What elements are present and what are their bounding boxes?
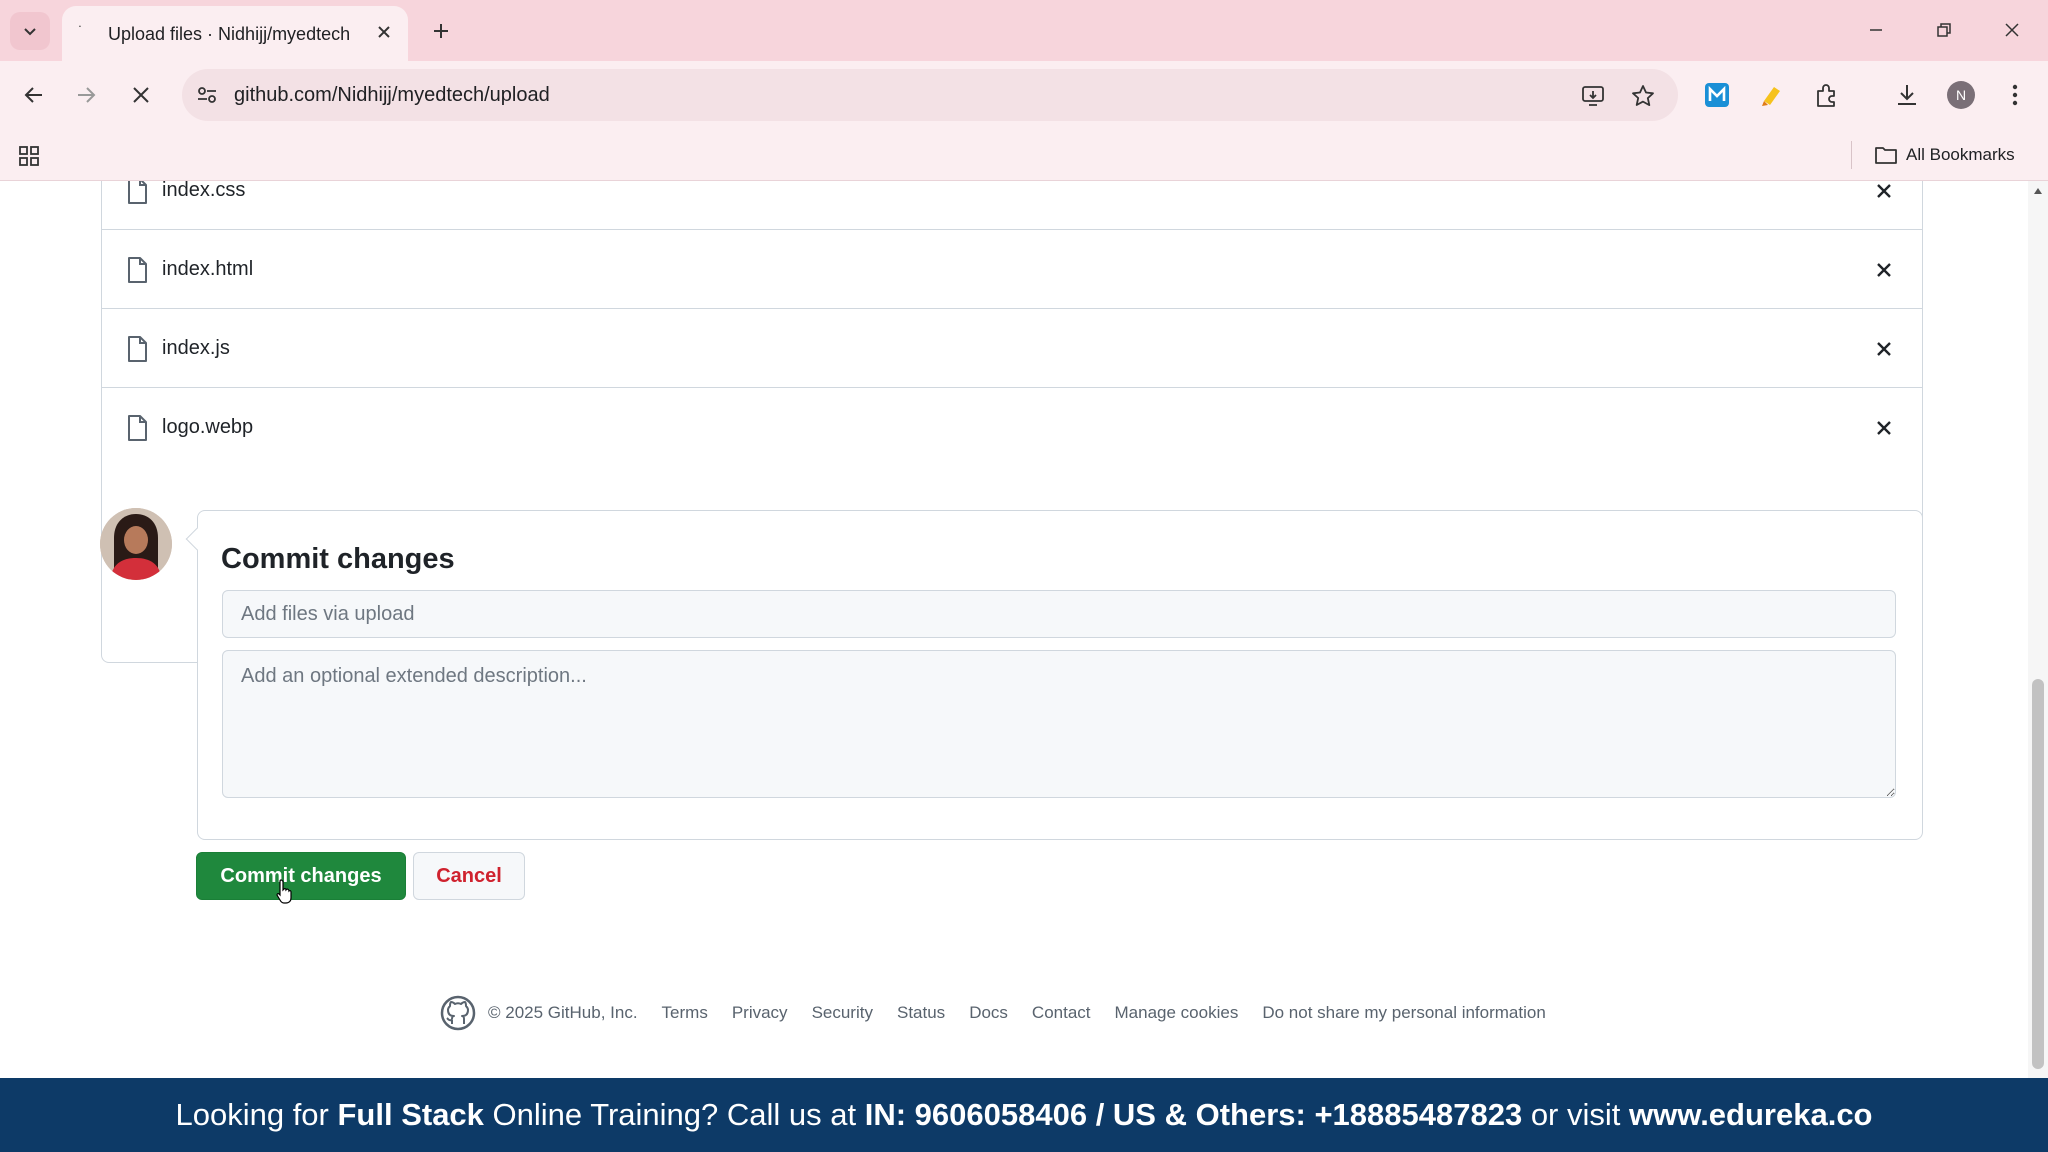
plus-icon [434, 24, 448, 38]
folder-icon [1875, 147, 1897, 164]
all-bookmarks-button[interactable]: All Bookmarks [1874, 139, 2015, 171]
remove-file-icon[interactable] [1870, 256, 1898, 284]
tab-close-icon[interactable] [372, 20, 396, 44]
footer-link-status[interactable]: Status [897, 1003, 945, 1023]
tab-search-button[interactable] [10, 12, 50, 50]
close-window-button[interactable] [1988, 10, 2036, 50]
mouse-pointer-icon [276, 879, 292, 904]
footer-link-security[interactable]: Security [812, 1003, 873, 1023]
file-row: index.html [102, 230, 1922, 309]
minimize-icon [1870, 29, 1882, 31]
promo-banner: Looking for Full Stack Online Training? … [0, 1078, 2048, 1152]
profile-avatar[interactable]: N [1943, 77, 1979, 113]
file-name: index.js [162, 337, 230, 359]
footer-link-manage-cookies[interactable]: Manage cookies [1115, 1003, 1239, 1023]
banner-text-1: Looking for [175, 1097, 338, 1132]
page-scrollbar[interactable] [2028, 181, 2048, 1078]
highlighter-extension-icon[interactable] [1754, 77, 1790, 113]
user-avatar[interactable] [100, 508, 172, 580]
all-bookmarks-label: All Bookmarks [1906, 145, 2015, 164]
remove-file-icon[interactable] [1870, 335, 1898, 363]
download-icon[interactable] [1889, 77, 1925, 113]
chevron-down-icon [24, 28, 36, 36]
banner-website: www.edureka.co [1629, 1097, 1873, 1132]
scrollbar-thumb[interactable] [2032, 679, 2044, 1069]
banner-phone: IN: 9606058406 / US & Others: +188854878… [864, 1097, 1523, 1132]
active-tab[interactable]: ˙ Upload files · Nidhijj/myedtech [62, 6, 408, 61]
footer-link-terms[interactable]: Terms [662, 1003, 708, 1023]
cancel-button[interactable]: Cancel [413, 852, 525, 900]
file-icon [128, 415, 147, 441]
arrow-right-icon [78, 87, 96, 103]
file-icon [128, 181, 147, 204]
divider [1851, 141, 1852, 169]
new-tab-button[interactable] [424, 14, 458, 48]
remove-file-icon[interactable] [1870, 414, 1898, 442]
site-settings-icon[interactable] [194, 82, 220, 108]
file-name: index.css [162, 181, 246, 201]
kebab-menu-icon[interactable] [1997, 77, 2033, 113]
loading-icon: ˙ [78, 24, 84, 41]
minimize-button[interactable] [1852, 10, 1900, 50]
stop-loading-button[interactable] [121, 75, 161, 115]
footer-copyright: © 2025 GitHub, Inc. [488, 1003, 638, 1022]
scroll-up-arrow-icon[interactable] [2032, 185, 2044, 197]
star-icon[interactable] [1628, 81, 1658, 111]
browser-toolbar: github.com/Nidhijj/myedtech/upload N [0, 61, 2048, 129]
commit-heading: Commit changes [221, 543, 455, 575]
commit-description-input[interactable] [222, 650, 1896, 798]
remove-file-icon[interactable] [1870, 181, 1898, 205]
bookmarks-bar: All Bookmarks [0, 129, 2048, 181]
restore-icon [1937, 23, 1951, 37]
tab-title: Upload files · Nidhijj/myedtech [108, 24, 351, 44]
url-text[interactable]: github.com/Nidhijj/myedtech/upload [234, 84, 550, 107]
footer-link-contact[interactable]: Contact [1032, 1003, 1091, 1023]
commit-form: Commit changes [185, 510, 1923, 840]
puzzle-icon[interactable] [1809, 77, 1845, 113]
back-button[interactable] [14, 75, 54, 115]
file-row: index.js [102, 309, 1922, 388]
close-icon [133, 87, 149, 103]
address-bar[interactable]: github.com/Nidhijj/myedtech/upload [182, 69, 1678, 121]
close-icon [2005, 23, 2019, 37]
file-name: logo.webp [162, 416, 254, 438]
extension-m-icon[interactable] [1699, 77, 1735, 113]
file-row: index.css [102, 181, 1922, 230]
tab-strip: ˙ Upload files · Nidhijj/myedtech [0, 0, 2048, 61]
file-name: index.html [162, 258, 254, 280]
file-icon [128, 257, 147, 283]
page-content: index.css index.html index.js logo.webp [0, 181, 2028, 1078]
commit-summary-input[interactable] [222, 590, 1896, 638]
apps-grid-icon[interactable] [14, 141, 44, 171]
footer-link-privacy[interactable]: Privacy [732, 1003, 788, 1023]
footer-link-do-not-share[interactable]: Do not share my personal information [1262, 1003, 1545, 1023]
file-row: logo.webp [102, 388, 1922, 467]
banner-text-3: or visit [1522, 1097, 1629, 1132]
forward-button[interactable] [66, 75, 106, 115]
install-app-icon[interactable] [1578, 81, 1608, 111]
commit-changes-button[interactable]: Commit changes [196, 852, 406, 900]
svg-text:N: N [1956, 87, 1966, 103]
page-footer: © 2025 GitHub, Inc. Terms Privacy Securi… [440, 994, 1570, 1032]
github-logo-icon[interactable] [440, 995, 476, 1031]
file-icon [128, 336, 147, 362]
banner-text-2: Online Training? Call us at [483, 1097, 865, 1132]
restore-button[interactable] [1920, 10, 1968, 50]
footer-link-docs[interactable]: Docs [969, 1003, 1008, 1023]
arrow-left-icon [24, 87, 42, 103]
banner-course: Full Stack [337, 1097, 484, 1132]
